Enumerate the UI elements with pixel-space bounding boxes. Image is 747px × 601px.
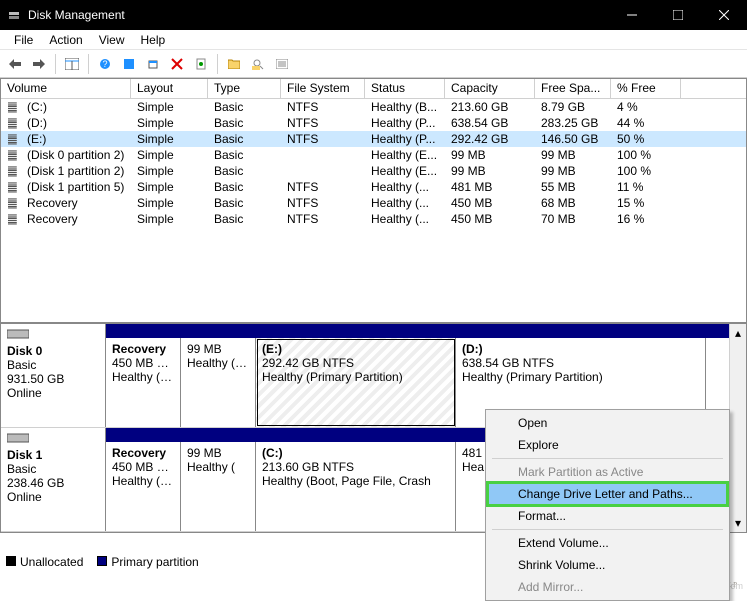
volume-row[interactable]: ䷀(Disk 0 partition 2)SimpleBasicHealthy … bbox=[1, 147, 746, 163]
volume-list-header: Volume Layout Type File System Status Ca… bbox=[1, 79, 746, 99]
legend-primary: Primary partition bbox=[111, 555, 198, 569]
ctx-format[interactable]: Format... bbox=[488, 505, 727, 527]
search-icon[interactable] bbox=[247, 53, 269, 75]
col-pfree[interactable]: % Free bbox=[611, 79, 681, 98]
partition[interactable]: (C:)213.60 GB NTFSHealthy (Boot, Page Fi… bbox=[256, 442, 456, 531]
scroll-down-icon[interactable]: ▾ bbox=[735, 516, 741, 530]
drive-icon: ䷀ bbox=[7, 164, 23, 178]
svg-text:?: ? bbox=[102, 59, 107, 69]
partition[interactable]: 99 MBHealthy (EFI bbox=[181, 338, 256, 427]
col-type[interactable]: Type bbox=[208, 79, 281, 98]
views-button[interactable] bbox=[61, 53, 83, 75]
volume-row[interactable]: ䷀(E:)SimpleBasicNTFSHealthy (P...292.42 … bbox=[1, 131, 746, 147]
window-title: Disk Management bbox=[28, 8, 609, 22]
drive-icon: ䷀ bbox=[7, 148, 23, 162]
disk-label[interactable]: Disk 1Basic238.46 GBOnline bbox=[1, 428, 106, 531]
ctx-shrink[interactable]: Shrink Volume... bbox=[488, 554, 727, 576]
vertical-scrollbar[interactable]: ▴ ▾ bbox=[729, 324, 746, 532]
settings-icon[interactable] bbox=[118, 53, 140, 75]
partition[interactable]: Recovery450 MB NTFSHealthy (OEM Pa bbox=[106, 338, 181, 427]
menu-help[interactable]: Help bbox=[133, 31, 174, 49]
hdd-icon bbox=[7, 328, 99, 342]
ctx-explore[interactable]: Explore bbox=[488, 434, 727, 456]
ctx-add-mirror: Add Mirror... bbox=[488, 576, 727, 598]
drive-icon: ䷀ bbox=[7, 116, 23, 130]
drive-icon: ䷀ bbox=[7, 132, 23, 146]
drive-icon: ䷀ bbox=[7, 100, 23, 114]
disk-label[interactable]: Disk 0Basic931.50 GBOnline bbox=[1, 324, 106, 427]
refresh-icon[interactable] bbox=[142, 53, 164, 75]
maximize-button[interactable] bbox=[655, 0, 701, 30]
col-status[interactable]: Status bbox=[365, 79, 445, 98]
list-icon[interactable] bbox=[271, 53, 293, 75]
toolbar: ? bbox=[0, 50, 747, 78]
legend-unallocated: Unallocated bbox=[20, 555, 83, 569]
context-menu: Open Explore Mark Partition as Active Ch… bbox=[485, 409, 730, 601]
drive-icon: ䷀ bbox=[7, 212, 23, 226]
menu-view[interactable]: View bbox=[91, 31, 133, 49]
col-volume[interactable]: Volume bbox=[1, 79, 131, 98]
scroll-up-icon[interactable]: ▴ bbox=[735, 326, 741, 340]
volume-row[interactable]: ䷀(D:)SimpleBasicNTFSHealthy (P...638.54 … bbox=[1, 115, 746, 131]
partition[interactable]: Recovery450 MB NTFSHealthy (OEM bbox=[106, 442, 181, 531]
ctx-extend[interactable]: Extend Volume... bbox=[488, 532, 727, 554]
volume-row[interactable]: ䷀RecoverySimpleBasicNTFSHealthy (...450 … bbox=[1, 211, 746, 227]
app-icon bbox=[6, 7, 22, 23]
drive-icon: ䷀ bbox=[7, 196, 23, 210]
ctx-change-drive-letter[interactable]: Change Drive Letter and Paths... bbox=[488, 483, 727, 505]
drive-icon: ䷀ bbox=[7, 180, 23, 194]
titlebar: Disk Management bbox=[0, 0, 747, 30]
help-icon[interactable]: ? bbox=[94, 53, 116, 75]
legend: Unallocated Primary partition bbox=[6, 555, 199, 569]
delete-icon[interactable] bbox=[166, 53, 188, 75]
minimize-button[interactable] bbox=[609, 0, 655, 30]
volume-row[interactable]: ䷀(Disk 1 partition 5)SimpleBasicNTFSHeal… bbox=[1, 179, 746, 195]
ctx-mark-active: Mark Partition as Active bbox=[488, 461, 727, 483]
partition[interactable]: 99 MBHealthy ( bbox=[181, 442, 256, 531]
col-filesystem[interactable]: File System bbox=[281, 79, 365, 98]
menu-file[interactable]: File bbox=[6, 31, 41, 49]
col-free[interactable]: Free Spa... bbox=[535, 79, 611, 98]
volume-row[interactable]: ䷀(C:)SimpleBasicNTFSHealthy (B...213.60 … bbox=[1, 99, 746, 115]
menubar: File Action View Help bbox=[0, 30, 747, 50]
volume-list: Volume Layout Type File System Status Ca… bbox=[0, 78, 747, 323]
close-button[interactable] bbox=[701, 0, 747, 30]
volume-row[interactable]: ䷀(Disk 1 partition 2)SimpleBasicHealthy … bbox=[1, 163, 746, 179]
col-capacity[interactable]: Capacity bbox=[445, 79, 535, 98]
menu-action[interactable]: Action bbox=[41, 31, 90, 49]
ctx-open[interactable]: Open bbox=[488, 412, 727, 434]
folder-icon[interactable] bbox=[223, 53, 245, 75]
partition[interactable]: (E:)292.42 GB NTFSHealthy (Primary Parti… bbox=[256, 338, 456, 427]
window-controls bbox=[609, 0, 747, 30]
back-button[interactable] bbox=[4, 53, 26, 75]
forward-button[interactable] bbox=[28, 53, 50, 75]
properties-icon[interactable] bbox=[190, 53, 212, 75]
hdd-icon bbox=[7, 432, 99, 446]
col-layout[interactable]: Layout bbox=[131, 79, 208, 98]
volume-row[interactable]: ䷀RecoverySimpleBasicNTFSHealthy (...450 … bbox=[1, 195, 746, 211]
